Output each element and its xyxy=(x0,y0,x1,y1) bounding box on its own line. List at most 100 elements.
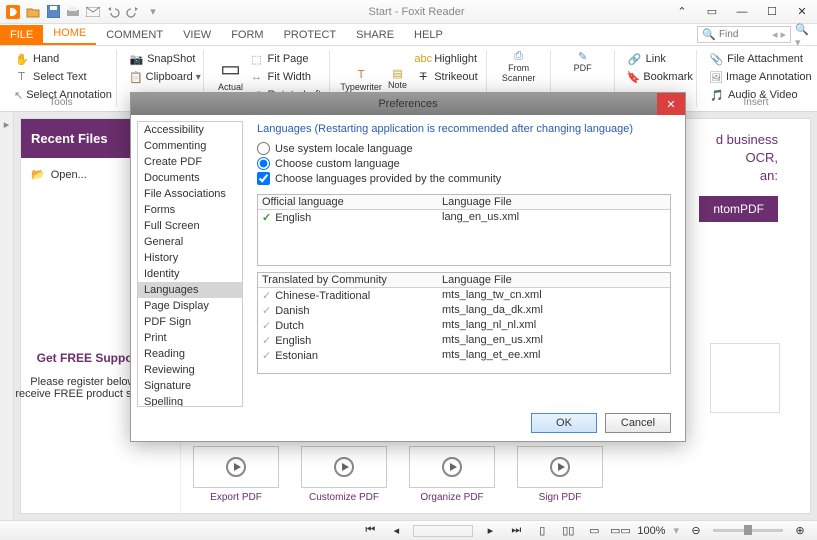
thumb-export[interactable]: Export PDF xyxy=(191,446,281,503)
single-page-icon[interactable]: ▯ xyxy=(533,524,551,538)
tab-home[interactable]: HOME xyxy=(43,23,96,45)
ribbon-toggle-icon[interactable]: ⌃ xyxy=(671,4,693,20)
tab-file[interactable]: FILE xyxy=(0,25,43,45)
tab-protect[interactable]: PROTECT xyxy=(274,25,347,45)
category-item[interactable]: Identity xyxy=(138,266,242,282)
from-scanner-tool[interactable]: ⎙From Scanner xyxy=(497,50,541,83)
tab-help[interactable]: HELP xyxy=(404,25,453,45)
find-input[interactable] xyxy=(719,29,769,40)
category-item[interactable]: History xyxy=(138,250,242,266)
advanced-search-icon[interactable]: 🔍▾ xyxy=(795,27,813,45)
category-item[interactable]: Spelling xyxy=(138,394,242,407)
minimize-icon[interactable]: — xyxy=(731,4,753,20)
image-annotation-tool[interactable]: 🖼Image Annotation xyxy=(707,68,805,86)
category-item[interactable]: Languages xyxy=(138,282,242,298)
qat-dropdown-icon[interactable]: ▾ xyxy=(144,3,162,21)
thumb-sign[interactable]: Sign PDF xyxy=(515,446,605,503)
cancel-button[interactable]: Cancel xyxy=(605,413,671,433)
first-page-icon[interactable]: ⏮ xyxy=(361,524,379,538)
pdf-sign-tool[interactable]: ✎PDF xyxy=(561,50,605,73)
bookmark-tool[interactable]: 🔖Bookmark xyxy=(625,68,690,86)
zoom-out-icon[interactable]: ⊖ xyxy=(687,524,705,538)
category-item[interactable]: File Associations xyxy=(138,186,242,202)
select-text-tool[interactable]: ᎢSelect Text xyxy=(12,68,110,86)
email-icon[interactable] xyxy=(84,3,102,21)
strikeout-tool[interactable]: TStrikeout xyxy=(413,68,479,86)
clipboard-tool[interactable]: 📋Clipboard ▾ xyxy=(127,68,197,86)
category-item[interactable]: Full Screen xyxy=(138,218,242,234)
open-icon[interactable] xyxy=(24,3,42,21)
highlight-tool[interactable]: abcHighlight xyxy=(413,50,479,68)
official-language-table[interactable]: Official languageLanguage File ✓Englishl… xyxy=(257,194,671,266)
category-item[interactable]: Commenting xyxy=(138,138,242,154)
table-row[interactable]: ✓Englishmts_lang_en_us.xml xyxy=(258,333,670,348)
link-tool[interactable]: 🔗Link xyxy=(625,50,690,68)
last-page-icon[interactable]: ⏭ xyxy=(507,524,525,538)
zoom-in-icon[interactable]: ⊕ xyxy=(791,524,809,538)
zoom-dropdown-icon[interactable]: ▾ xyxy=(673,524,679,537)
tab-form[interactable]: FORM xyxy=(221,25,273,45)
category-item[interactable]: Create PDF xyxy=(138,154,242,170)
category-item[interactable]: General xyxy=(138,234,242,250)
typewriter-label: Typewriter xyxy=(340,82,382,92)
nav-toggle-icon[interactable]: ▸ xyxy=(4,118,10,131)
find-next-icon[interactable]: ▸ xyxy=(780,28,786,41)
table-row[interactable]: ✓Estonianmts_lang_et_ee.xml xyxy=(258,348,670,363)
category-item[interactable]: Page Display xyxy=(138,298,242,314)
radio-input[interactable] xyxy=(257,157,270,170)
continuous-icon[interactable]: ▯▯ xyxy=(559,524,577,538)
app-icon[interactable] xyxy=(4,3,22,21)
tab-view[interactable]: VIEW xyxy=(173,25,221,45)
maximize-icon[interactable]: ☐ xyxy=(761,4,783,20)
undo-icon[interactable] xyxy=(104,3,122,21)
category-item[interactable]: PDF Sign xyxy=(138,314,242,330)
category-item[interactable]: Print xyxy=(138,330,242,346)
file-attachment-tool[interactable]: 📎File Attachment xyxy=(707,50,805,68)
tab-comment[interactable]: COMMENT xyxy=(96,25,173,45)
category-item[interactable]: Accessibility xyxy=(138,122,242,138)
checkbox-community[interactable]: Choose languages provided by the communi… xyxy=(257,171,671,186)
preferences-panel: Languages (Restarting application is rec… xyxy=(243,115,685,413)
category-item[interactable]: Reading xyxy=(138,346,242,362)
category-list[interactable]: AccessibilityCommentingCreate PDFDocumen… xyxy=(137,121,243,407)
table-row[interactable]: ✓Dutchmts_lang_nl_nl.xml xyxy=(258,318,670,333)
radio-input[interactable] xyxy=(257,142,270,155)
table-row[interactable]: ✓Englishlang_en_us.xml xyxy=(258,210,670,225)
ok-button[interactable]: OK xyxy=(531,413,597,433)
download-phantompdf-button[interactable]: ntomPDF xyxy=(699,196,778,222)
close-window-icon[interactable]: ✕ xyxy=(791,4,813,20)
nav-panel: ▸ xyxy=(0,112,14,520)
category-item[interactable]: Forms xyxy=(138,202,242,218)
find-box[interactable]: 🔍 ◂ ▸ xyxy=(697,26,791,43)
help-icon[interactable]: ▭ xyxy=(701,4,723,20)
table-row[interactable]: ✓Danishmts_lang_da_dk.xml xyxy=(258,303,670,318)
thumb-customize[interactable]: Customize PDF xyxy=(299,446,389,503)
facing-icon[interactable]: ▭ xyxy=(585,524,603,538)
community-language-table[interactable]: Translated by CommunityLanguage File ✓Ch… xyxy=(257,272,671,374)
category-item[interactable]: Reviewing xyxy=(138,362,242,378)
print-icon[interactable] xyxy=(64,3,82,21)
continuous-facing-icon[interactable]: ▭▭ xyxy=(611,524,629,538)
fit-width-tool[interactable]: ↔Fit Width xyxy=(247,68,324,86)
prev-page-icon[interactable]: ◂ xyxy=(387,524,405,538)
category-item[interactable]: Documents xyxy=(138,170,242,186)
category-item[interactable]: Signature xyxy=(138,378,242,394)
snapshot-tool[interactable]: 📷SnapShot xyxy=(127,50,197,68)
checkbox-input[interactable] xyxy=(257,172,270,185)
zoom-slider[interactable] xyxy=(713,529,783,532)
save-icon[interactable] xyxy=(44,3,62,21)
radio-custom-language[interactable]: Choose custom language xyxy=(257,156,671,171)
camera-icon: 📷 xyxy=(129,51,144,67)
hand-tool[interactable]: ✋Hand xyxy=(12,50,110,68)
redo-icon[interactable] xyxy=(124,3,142,21)
next-page-icon[interactable]: ▸ xyxy=(481,524,499,538)
page-input[interactable] xyxy=(413,525,473,537)
radio-system-locale[interactable]: Use system locale language xyxy=(257,141,671,156)
find-prev-icon[interactable]: ◂ xyxy=(772,28,778,41)
thumb-organize[interactable]: Organize PDF xyxy=(407,446,497,503)
table-row[interactable]: ✓Chinese-Traditionalmts_lang_tw_cn.xml xyxy=(258,288,670,303)
dialog-close-button[interactable]: ✕ xyxy=(657,93,685,115)
file-attachment-label: File Attachment xyxy=(727,53,803,65)
fit-page-tool[interactable]: ⬚Fit Page xyxy=(247,50,324,68)
tab-share[interactable]: SHARE xyxy=(346,25,404,45)
